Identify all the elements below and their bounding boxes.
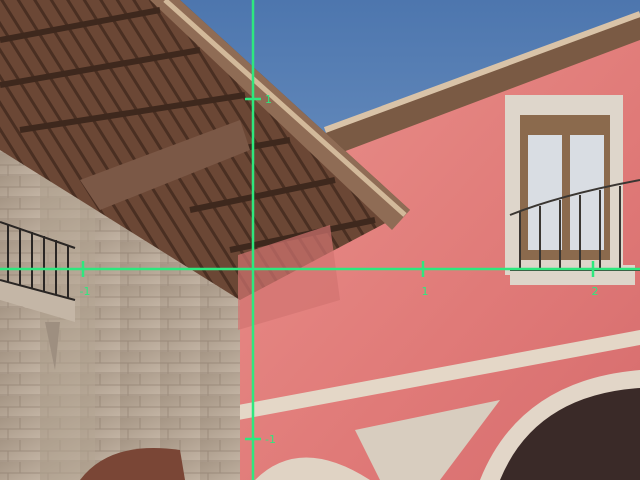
x-tick-label: -1 [80,285,91,298]
3d-viewport[interactable]: -1 1 2 1 -1 [0,0,640,480]
x-tick-label: 2 [592,285,599,298]
y-tick-label: 1 [265,93,272,106]
x-tick-label: 1 [422,285,429,298]
axis-gizmo-overlay[interactable]: -1 1 2 1 -1 [0,0,640,480]
y-tick-label: -1 [265,433,276,446]
